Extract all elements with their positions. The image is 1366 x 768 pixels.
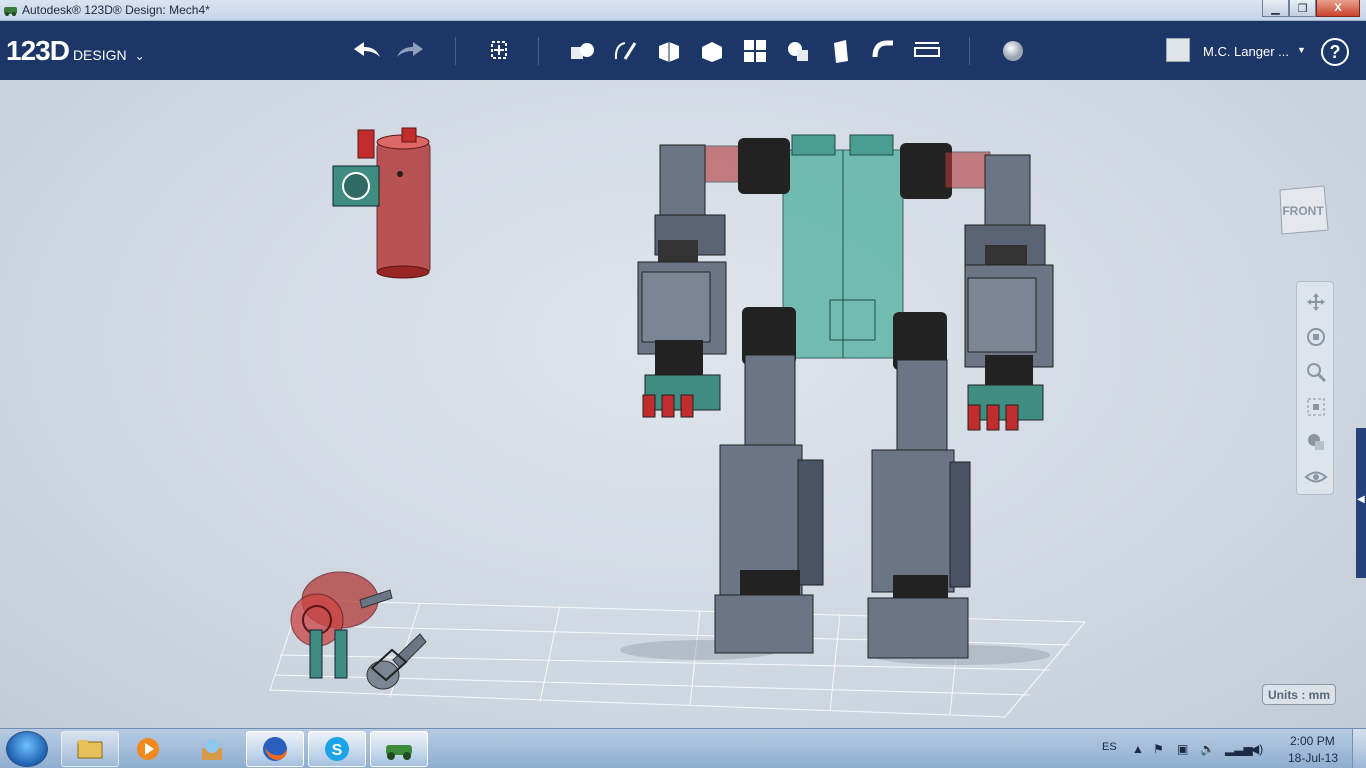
- volume-icon[interactable]: 🔊: [1200, 742, 1215, 756]
- app-icon[interactable]: [183, 731, 241, 767]
- show-desktop-button[interactable]: [1352, 729, 1366, 768]
- language-indicator[interactable]: ES: [1102, 741, 1117, 753]
- red-cylinder-part: [332, 127, 431, 279]
- user-name[interactable]: M.C. Langer ...: [1203, 44, 1289, 59]
- network-icon[interactable]: ▂▃▅: [1225, 742, 1253, 756]
- units-indicator[interactable]: Units : mm: [1262, 684, 1336, 705]
- 123d-design-icon[interactable]: [370, 731, 428, 767]
- toolbar-divider: [969, 37, 970, 65]
- sketch-icon[interactable]: [609, 35, 643, 67]
- chevron-down-icon: ⌄: [134, 49, 145, 63]
- svg-text:S: S: [332, 742, 343, 759]
- clock-date[interactable]: 18-Jul-13: [1288, 751, 1338, 765]
- window-title: Autodesk® 123D® Design: Mech4*: [22, 3, 210, 17]
- main-toolbar: 123D DESIGN ⌄ M.C. Langer ... ▼ ?: [0, 21, 1366, 80]
- flag-icon[interactable]: ⚑: [1153, 742, 1164, 756]
- robot-right-arm: [964, 154, 1054, 431]
- pan-icon[interactable]: [1302, 288, 1330, 316]
- brand-word: DESIGN: [72, 47, 127, 63]
- chevron-down-icon[interactable]: ▼: [1297, 45, 1306, 55]
- robot-torso: [782, 134, 904, 359]
- pattern-icon[interactable]: [738, 35, 772, 67]
- visibility-icon[interactable]: [1302, 463, 1330, 491]
- toolbar-divider: [455, 37, 456, 65]
- chevron-left-icon: ◀: [1357, 494, 1365, 505]
- viewcube-face-label: FRONT: [1282, 204, 1324, 218]
- device-icon[interactable]: ▣: [1177, 742, 1188, 756]
- snap-icon[interactable]: [867, 35, 901, 67]
- robot-right-leg: [867, 359, 971, 659]
- close-button[interactable]: X: [1316, 0, 1360, 17]
- transform-icon[interactable]: [482, 35, 516, 67]
- app-icon: [4, 7, 17, 16]
- combine-icon[interactable]: [824, 35, 858, 67]
- material-icon[interactable]: [996, 35, 1030, 67]
- speaker-icon[interactable]: ◀): [1250, 742, 1263, 756]
- explorer-icon[interactable]: [61, 731, 119, 767]
- media-player-icon[interactable]: [119, 731, 177, 767]
- brand-number: 123D: [6, 35, 70, 66]
- taskbar: S ES ▲ ⚑ ▣ 🔊 ▂▃▅ ◀) 2:00 PM 18-Jul-13: [0, 728, 1366, 768]
- undo-icon[interactable]: [350, 35, 384, 67]
- app-menu-button[interactable]: 123D DESIGN ⌄: [6, 35, 145, 67]
- primitives-icon[interactable]: [565, 35, 599, 67]
- toolbar-divider: [538, 37, 539, 65]
- skype-icon[interactable]: S: [308, 731, 366, 767]
- zoom-icon[interactable]: [1302, 358, 1330, 386]
- gray-pin-part: [366, 633, 427, 690]
- group-icon[interactable]: [781, 35, 815, 67]
- minimize-button[interactable]: ▁: [1262, 0, 1289, 17]
- viewcube[interactable]: FRONT: [1276, 182, 1332, 238]
- model-scene[interactable]: [0, 80, 1366, 728]
- redo-icon[interactable]: [393, 35, 427, 67]
- navigation-bar: [1296, 281, 1334, 495]
- construct-icon[interactable]: [652, 35, 686, 67]
- window-titlebar: Autodesk® 123D® Design: Mech4* ▁ ❐ X: [0, 0, 1366, 21]
- chevron-up-icon[interactable]: ▲: [1132, 742, 1144, 756]
- maximize-button[interactable]: ❐: [1289, 0, 1316, 17]
- measure-icon[interactable]: [910, 35, 944, 67]
- orbit-icon[interactable]: [1302, 323, 1330, 351]
- firefox-icon[interactable]: [246, 731, 304, 767]
- fit-icon[interactable]: [1302, 393, 1330, 421]
- robot-left-arm: [637, 144, 727, 418]
- modify-icon[interactable]: [695, 35, 729, 67]
- side-panel-toggle[interactable]: ◀: [1356, 428, 1366, 578]
- window-controls: ▁ ❐ X: [1262, 0, 1360, 18]
- help-button[interactable]: ?: [1321, 38, 1349, 66]
- clock-time[interactable]: 2:00 PM: [1290, 734, 1335, 748]
- avatar[interactable]: [1166, 38, 1190, 62]
- start-button[interactable]: [6, 731, 48, 767]
- robot-left-leg: [714, 354, 824, 654]
- view-style-icon[interactable]: [1302, 428, 1330, 456]
- 3d-viewport[interactable]: FRONT ◀ Units : mm: [0, 80, 1366, 728]
